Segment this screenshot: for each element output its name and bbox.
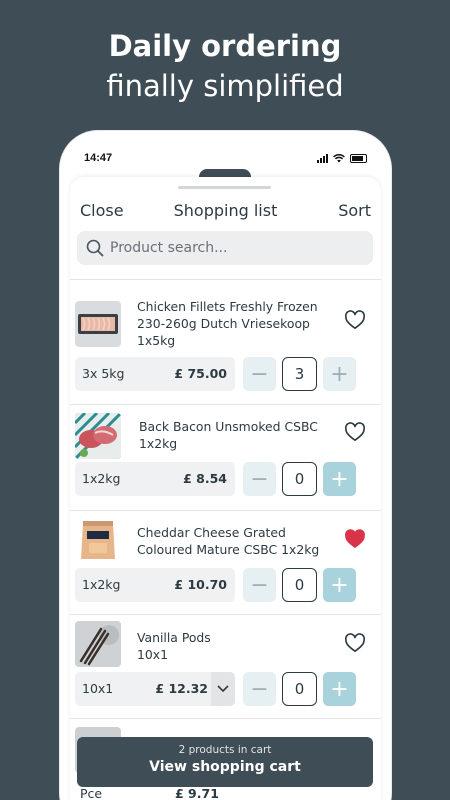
- increase-quantity-button[interactable]: +: [323, 357, 356, 391]
- product-image-bacon: [75, 413, 121, 459]
- unit-label: Pce: [80, 786, 103, 800]
- search-icon: [86, 239, 104, 257]
- price-label: £ 75.00: [174, 366, 227, 381]
- sheet-drag-handle[interactable]: [178, 186, 271, 189]
- product-image-cheddar: [75, 517, 121, 563]
- search-input[interactable]: [110, 240, 350, 256]
- price-label: £ 8.54: [183, 471, 227, 486]
- hero: Daily ordering finally simplified: [0, 26, 450, 106]
- list-item: Chicken Fillets Freshly Frozen 230-260g …: [70, 295, 381, 405]
- battery-icon: [350, 153, 367, 163]
- price-label: £ 10.70: [174, 577, 227, 592]
- unit-price-box: 1x2kg £ 8.54: [75, 462, 235, 496]
- list-item: Vanilla Pods 10x1 10x1 £ 12.32 − 0 +: [70, 615, 381, 719]
- unit-label: 1x2kg: [82, 577, 121, 592]
- increase-quantity-button[interactable]: +: [323, 462, 356, 496]
- list-item: Back Bacon Unsmoked CSBC 1x2kg 1x2kg £ 8…: [70, 405, 381, 511]
- phone-frame: 14:47 Close Shopping list Sort Chicken F…: [60, 131, 391, 800]
- increase-quantity-button[interactable]: +: [323, 568, 356, 602]
- list-item: Cheddar Cheese Grated Coloured Mature CS…: [70, 511, 381, 615]
- page-title: Shopping list: [173, 201, 278, 220]
- cart-count: 2 products in cart: [178, 744, 272, 756]
- unit-price-box: 1x2kg £ 10.70: [75, 568, 235, 602]
- decrease-quantity-button[interactable]: −: [243, 672, 276, 706]
- search-bar[interactable]: [77, 231, 373, 265]
- hero-title: Daily ordering: [108, 29, 342, 63]
- unit-label: 3x 5kg: [82, 366, 125, 381]
- top-nav: Close Shopping list Sort: [70, 201, 381, 223]
- product-name: Back Bacon Unsmoked CSBC 1x2kg: [139, 419, 318, 451]
- heart-outline-icon[interactable]: [344, 633, 366, 653]
- unit-select[interactable]: 10x1 £ 12.32: [75, 672, 235, 706]
- status-bar: 14:47: [80, 152, 371, 168]
- product-image-chicken: [75, 301, 121, 347]
- product-name: Cheddar Cheese Grated Coloured Mature CS…: [137, 525, 320, 557]
- divider: [70, 279, 381, 280]
- status-time: 14:47: [84, 152, 113, 164]
- quantity-input[interactable]: 0: [282, 672, 317, 706]
- status-icons: [317, 153, 367, 163]
- quantity-input[interactable]: 0: [282, 568, 317, 602]
- decrease-quantity-button[interactable]: −: [243, 357, 276, 391]
- wifi-icon: [333, 153, 345, 162]
- shopping-list-sheet: Close Shopping list Sort Chicken Fillets…: [70, 177, 381, 800]
- unit-label: 1x2kg: [82, 471, 121, 486]
- quantity-input[interactable]: 0: [282, 462, 317, 496]
- product-name: Chicken Fillets Freshly Frozen 230-260g …: [137, 299, 318, 348]
- view-cart-button[interactable]: 2 products in cart View shopping cart: [77, 737, 373, 787]
- price-label: £ 12.32: [155, 681, 208, 696]
- decrease-quantity-button[interactable]: −: [243, 568, 276, 602]
- view-cart-label: View shopping cart: [149, 759, 301, 775]
- chevron-down-icon[interactable]: [211, 672, 235, 706]
- sort-button[interactable]: Sort: [338, 201, 371, 220]
- quantity-input[interactable]: 3: [282, 357, 317, 391]
- hero-subtitle: finally simplified: [106, 69, 344, 103]
- product-image-vanilla: [75, 621, 121, 667]
- unit-price-box: 3x 5kg £ 75.00: [75, 357, 235, 391]
- decrease-quantity-button[interactable]: −: [243, 462, 276, 496]
- heart-outline-icon[interactable]: [344, 422, 366, 442]
- heart-outline-icon[interactable]: [344, 310, 366, 330]
- price-label: £ 9.71: [175, 786, 219, 800]
- signal-icon: [317, 153, 328, 163]
- unit-label: 10x1: [82, 681, 114, 696]
- heart-filled-icon[interactable]: [344, 529, 366, 549]
- product-name: Vanilla Pods 10x1: [137, 630, 211, 662]
- increase-quantity-button[interactable]: +: [323, 672, 356, 706]
